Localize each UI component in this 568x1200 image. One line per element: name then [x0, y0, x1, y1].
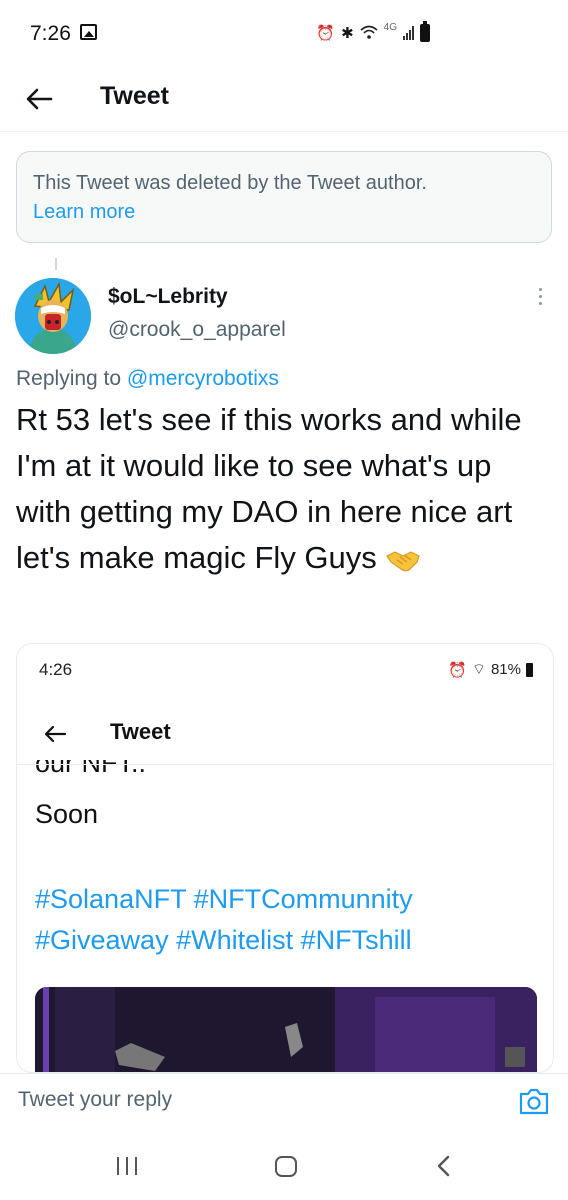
embed-status-icons: ⏰ ⌔ 81%: [448, 660, 533, 679]
bluetooth-icon: ✱: [341, 25, 354, 42]
status-time: 7:26: [30, 22, 71, 45]
author-display-name[interactable]: $oL~Lebrity: [108, 285, 228, 309]
embed-back-arrow-icon: [44, 725, 67, 743]
replying-prefix: Replying to: [16, 367, 122, 390]
handshake-icon: [386, 551, 421, 572]
signal-icon: [403, 26, 414, 40]
embed-cut-text-value: our NFT..: [35, 760, 147, 778]
system-navigation-bar: [0, 1129, 568, 1200]
avatar[interactable]: [15, 278, 91, 354]
avatar-image: [15, 278, 91, 354]
embed-wifi-icon: ⌔: [471, 661, 486, 678]
embed-battery-level: 81%: [490, 661, 521, 678]
nav-back-icon[interactable]: [434, 1154, 454, 1178]
embed-alarm-icon: ⏰: [448, 661, 467, 679]
network-type: 4G: [383, 21, 397, 33]
replying-to-line: Replying to @mercyrobotixs: [16, 367, 279, 391]
embed-status-time: 4:26: [39, 660, 73, 679]
embed-soon-text: Soon: [35, 799, 99, 829]
embed-hashtags: #SolanaNFT #NFTCommunnity #Giveaway #Whi…: [35, 879, 535, 961]
more-options-icon[interactable]: [532, 288, 548, 312]
learn-more-link[interactable]: Learn more: [33, 197, 535, 227]
page-title: Tweet: [100, 82, 169, 110]
deleted-notice-text: This Tweet was deleted by the Tweet auth…: [33, 172, 427, 194]
embed-divider: [17, 764, 553, 765]
recent-apps-icon[interactable]: [117, 1157, 137, 1175]
tweet-text: Rt 53 let's see if this works and while …: [16, 402, 522, 575]
home-icon[interactable]: [275, 1156, 297, 1177]
thread-connector-line: [55, 258, 57, 270]
wifi-icon: [360, 25, 378, 39]
battery-icon: [420, 21, 430, 42]
attached-screenshot[interactable]: 4:26 ⏰ ⌔ 81% Tweet our NFT.. Soon #Solan…: [16, 643, 554, 1073]
embed-media-preview: [35, 987, 537, 1072]
top-app-bar: Tweet: [0, 70, 568, 132]
camera-icon[interactable]: [518, 1086, 550, 1116]
tweet-body: Rt 53 let's see if this works and while …: [16, 397, 552, 581]
embed-battery-icon: [526, 662, 533, 677]
embed-hashtags-line-1: #SolanaNFT #NFTCommunnity: [35, 884, 413, 914]
reply-input[interactable]: [18, 1088, 438, 1112]
status-bar: 7:26 ⏰ ✱ 4G: [0, 0, 568, 70]
author-handle[interactable]: @crook_o_apparel: [108, 318, 286, 342]
gallery-icon: [80, 24, 97, 40]
reply-composer: [0, 1073, 568, 1129]
back-arrow-icon[interactable]: [24, 84, 54, 114]
embed-title: Tweet: [110, 719, 171, 744]
deleted-tweet-notice: This Tweet was deleted by the Tweet auth…: [16, 151, 552, 243]
alarm-icon: ⏰: [316, 25, 336, 42]
status-icons: ⏰ ✱ 4G: [316, 21, 430, 44]
replying-to-mention[interactable]: @mercyrobotixs: [127, 367, 279, 390]
embed-hashtags-line-2: #Giveaway #Whitelist #NFTshill: [35, 925, 412, 955]
